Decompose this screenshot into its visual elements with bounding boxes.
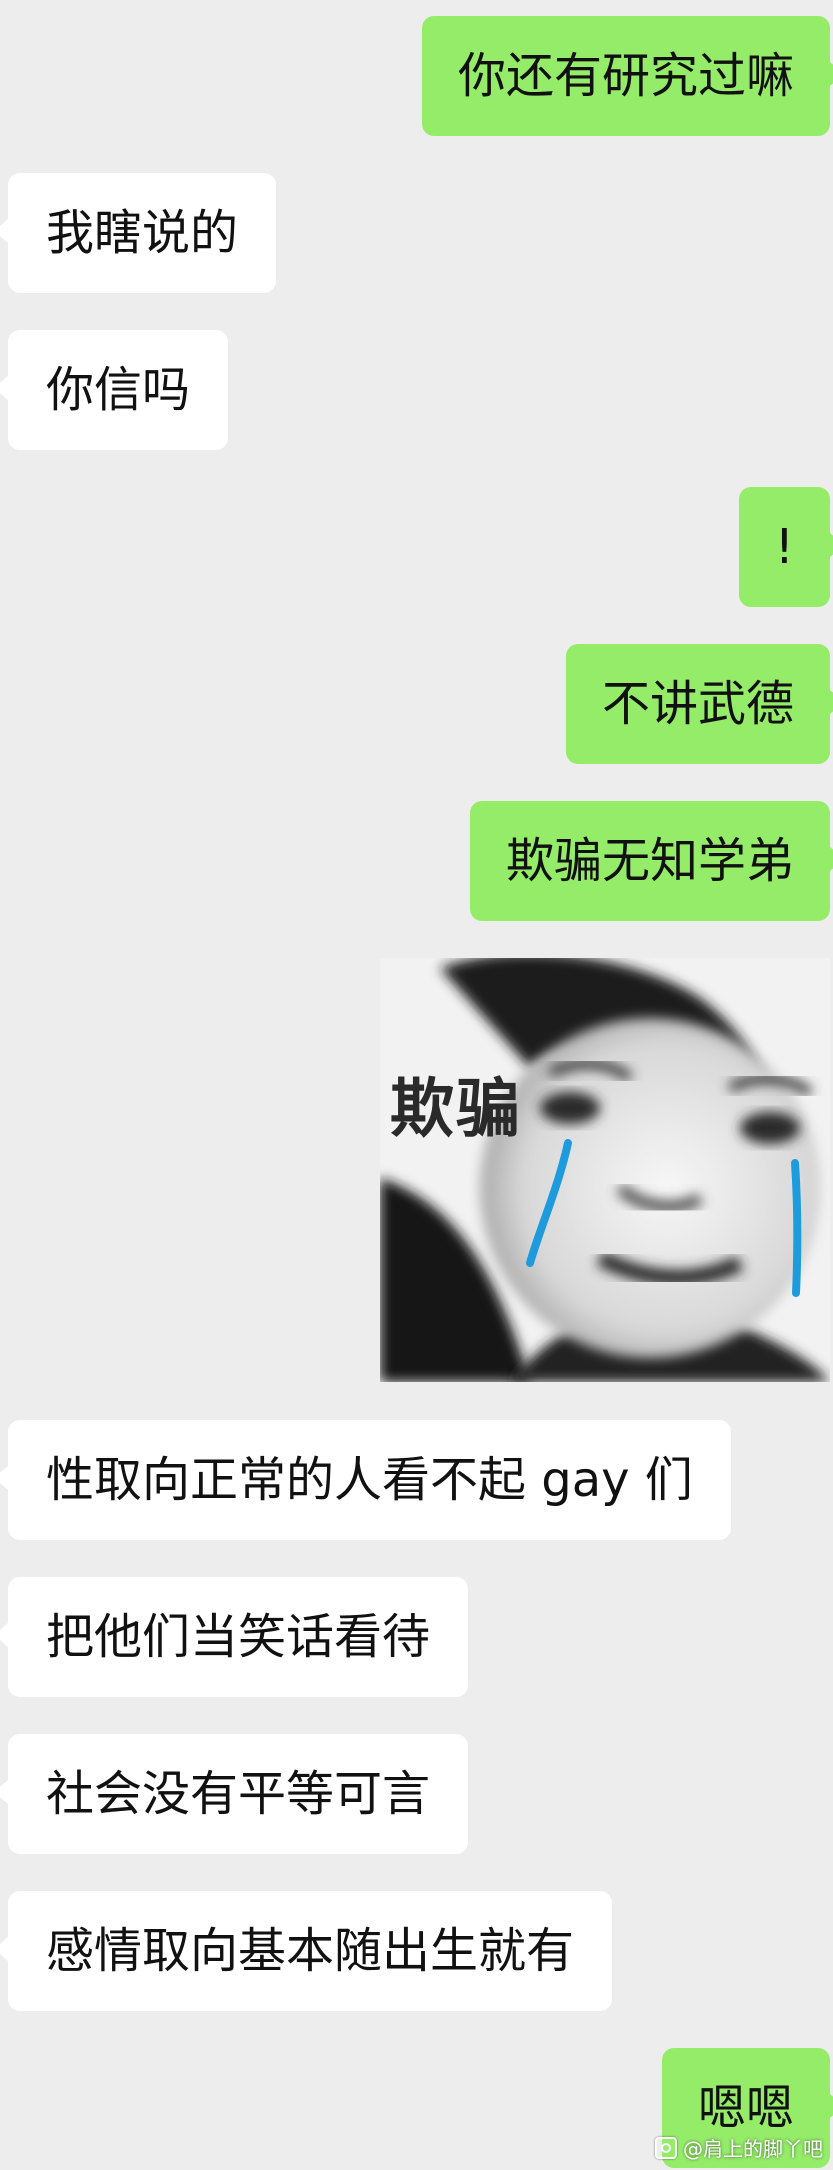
message-outgoing[interactable]: 你还有研究过嘛 (421, 16, 833, 136)
message-incoming[interactable]: 把他们当笑话看待 (0, 1577, 469, 1697)
message-outgoing[interactable]: 不讲武德 (565, 644, 833, 764)
watermark: @肩上的脚丫吧 (655, 2133, 823, 2162)
message-incoming[interactable]: 你信吗 (0, 330, 229, 450)
message-outgoing[interactable]: ! (738, 487, 833, 607)
sticker-image[interactable]: 欺骗 (380, 958, 830, 1382)
message-incoming[interactable]: 社会没有平等可言 (0, 1734, 469, 1854)
sticker-caption: 欺骗 (390, 1073, 522, 1147)
tieba-logo-icon (655, 2136, 677, 2159)
message-incoming[interactable]: 性取向正常的人看不起 gay 们 (0, 1420, 731, 1540)
watermark-text: @肩上的脚丫吧 (683, 2137, 823, 2161)
chat-view[interactable]: 你还有研究过嘛 我瞎说的 你信吗 ! 不讲武德 欺骗无知学弟 欺骗 性取向正常的… (0, 0, 833, 2170)
message-incoming[interactable]: 感情取向基本随出生就有 (0, 1891, 613, 2011)
message-outgoing[interactable]: 欺骗无知学弟 (469, 801, 833, 921)
crying-face-sticker-icon (380, 958, 830, 1382)
message-incoming[interactable]: 我瞎说的 (0, 173, 277, 293)
